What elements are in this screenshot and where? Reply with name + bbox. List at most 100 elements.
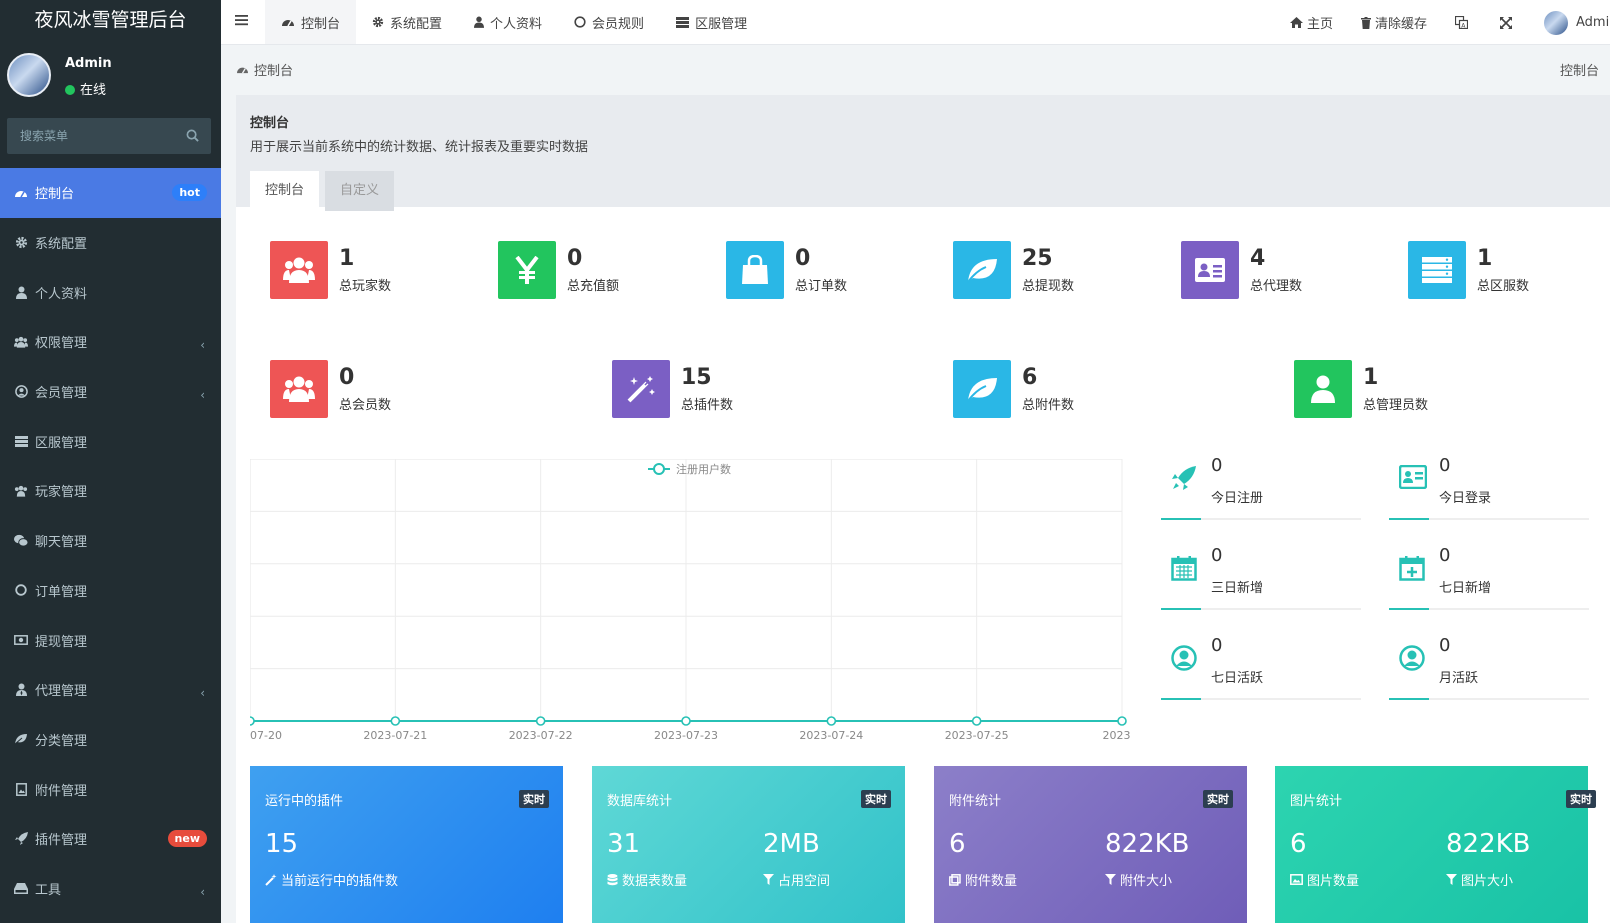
mini-label: 今日注册 (1211, 491, 1264, 506)
rocket-icon (14, 832, 28, 846)
x-tick-label: 2023-07-22 (509, 729, 573, 742)
fullscreen-button[interactable] (1486, 16, 1530, 29)
stat-total-admins: 1 总管理员数 (1294, 360, 1428, 418)
gear-icon (372, 16, 390, 28)
card-value: 31 (607, 829, 641, 859)
home-link[interactable]: 主页 (1276, 13, 1347, 32)
group-icon (14, 335, 28, 349)
hot-badge: hot (172, 184, 207, 201)
user-menu[interactable]: Admin (1530, 10, 1610, 35)
mini-value: 0 (1211, 545, 1223, 566)
mini-label: 七日活跃 (1211, 671, 1264, 686)
agent-icon (14, 683, 28, 697)
sidebar-item-label: 订单管理 (35, 584, 88, 600)
card-attachment-stats: 附件统计 实时 6 822KB 附件数量 附件大小 (934, 766, 1247, 923)
x-tick-label: 2023-07-21 (363, 729, 427, 742)
x-tick-label: 07-20 (250, 729, 282, 742)
user-circle-icon (1171, 645, 1197, 671)
data-point (250, 716, 255, 726)
x-tick-label: 2023-0 (1103, 729, 1130, 742)
mini-stat-seven-day-new: 0 七日新增 (1389, 545, 1589, 610)
stat-label: 总订单数 (795, 279, 848, 294)
hdd-icon (14, 881, 28, 895)
menu-toggle-icon[interactable] (235, 14, 249, 26)
sidebar-item-label: 插件管理 (35, 833, 88, 849)
sidebar-item-label: 权限管理 (35, 336, 88, 352)
sidebar-item-withdraw[interactable]: 提现管理 (0, 615, 221, 665)
file-image-icon (14, 782, 28, 796)
user-circle-icon (14, 385, 28, 399)
user-icon (474, 16, 490, 28)
chevron-left-icon: ‹ (200, 338, 205, 353)
tab-member-rules[interactable]: 会员规则 (558, 0, 660, 44)
menu-search-input[interactable] (7, 118, 211, 154)
mini-stat-monthly-active: 0 月活跃 (1389, 635, 1589, 700)
sidebar-item-categories[interactable]: 分类管理 (0, 715, 221, 765)
page-title: 控制台 (250, 116, 290, 131)
sidebar-item-dashboard[interactable]: 控制台 hot (0, 168, 221, 218)
clear-cache-label: 清除缓存 (1374, 17, 1427, 32)
tab-profile[interactable]: 个人资料 (458, 0, 558, 44)
tab-servers[interactable]: 区服管理 (660, 0, 763, 44)
translate-button[interactable]: A (1441, 16, 1486, 29)
sidebar-item-label: 分类管理 (35, 733, 88, 749)
mini-stat-today-login: 0 今日登录 (1389, 455, 1589, 520)
tab-system-config[interactable]: 系统配置 (356, 0, 458, 44)
sidebar-item-profile[interactable]: 个人资料 (0, 267, 221, 317)
card-image-stats: 图片统计 实时 6 822KB 图片数量 图片大小 (1275, 766, 1596, 923)
sidebar-item-servers[interactable]: 区服管理 (0, 416, 221, 466)
tab-custom[interactable]: 自定义 (325, 171, 395, 211)
card-label-text: 附件数量 (965, 874, 1018, 889)
sidebar-item-label: 区服管理 (35, 435, 88, 451)
sidebar-item-chat[interactable]: 聊天管理 (0, 516, 221, 566)
data-point (971, 716, 982, 726)
realtime-badge: 实时 (1203, 790, 1233, 808)
dashboard-icon (236, 64, 254, 75)
sidebar-menu: 控制台 hot 系统配置 个人资料 权限管理 ‹ 会员管理 ‹ 区服管理 玩家管… (0, 168, 221, 913)
copy-icon (949, 873, 965, 886)
sidebar-item-orders[interactable]: 订单管理 (0, 566, 221, 616)
card-label-text: 数据表数量 (622, 874, 688, 889)
card-value-2: 822KB (1105, 829, 1190, 859)
breadcrumb-current[interactable]: 控制台 (254, 60, 293, 79)
calendar-icon (1171, 555, 1197, 581)
legend-marker (653, 463, 665, 475)
card-value: 6 (1290, 829, 1307, 859)
id-card-icon (1181, 241, 1239, 299)
mini-stat-today-register: 0 今日注册 (1161, 455, 1361, 520)
card-label: 当前运行中的插件数 (265, 870, 398, 889)
dashboard-icon (281, 16, 301, 28)
search-icon[interactable] (186, 129, 199, 142)
sidebar-item-members[interactable]: 会员管理 ‹ (0, 367, 221, 417)
sidebar-item-tools[interactable]: 工具 ‹ (0, 864, 221, 914)
card-title: 运行中的插件 (265, 794, 344, 809)
sidebar-item-permission[interactable]: 权限管理 ‹ (0, 317, 221, 367)
stat-value: 0 (339, 365, 355, 390)
stat-value: 15 (681, 365, 712, 390)
mini-value: 0 (1439, 635, 1451, 656)
legend-label: 注册用户数 (676, 462, 731, 476)
breadcrumb: 控制台 (236, 60, 293, 79)
app-logo[interactable]: 夜风冰雪管理后台 (0, 0, 221, 42)
sidebar-item-players[interactable]: 玩家管理 (0, 466, 221, 516)
sidebar-item-plugins[interactable]: 插件管理 new (0, 814, 221, 864)
registered-users-chart: 注册用户数 07-20 2023-07-21 2023-07-22 2023-07-2… (250, 459, 1130, 742)
expand-icon (1500, 16, 1516, 29)
breadcrumb-right[interactable]: 控制台 (1560, 60, 1610, 79)
sidebar-item-label: 聊天管理 (35, 535, 88, 551)
tab-dashboard-panel[interactable]: 控制台 (250, 171, 320, 211)
clear-cache-button[interactable]: 清除缓存 (1347, 13, 1441, 32)
user-icon (1294, 360, 1352, 418)
stat-total-orders: 0 总订单数 (726, 241, 847, 299)
user-icon (14, 285, 28, 299)
top-header: 控制台 系统配置 个人资料 会员规则 区服管理 主页 清除缓存 A Admi (221, 0, 1610, 45)
card-database-stats: 数据库统计 实时 31 2MB 数据表数量 占用空间 (592, 766, 905, 923)
stat-label: 总区服数 (1477, 279, 1530, 294)
sidebar-item-system-config[interactable]: 系统配置 (0, 218, 221, 268)
sidebar: 夜风冰雪管理后台 Admin 在线 控制台 hot 系统配置 个人资料 权限管理… (0, 0, 221, 923)
tab-dashboard[interactable]: 控制台 (265, 0, 357, 44)
stat-value: 4 (1250, 246, 1266, 271)
sidebar-item-attachments[interactable]: 附件管理 (0, 764, 221, 814)
stat-value: 0 (567, 246, 583, 271)
sidebar-item-agents[interactable]: 代理管理 ‹ (0, 665, 221, 715)
